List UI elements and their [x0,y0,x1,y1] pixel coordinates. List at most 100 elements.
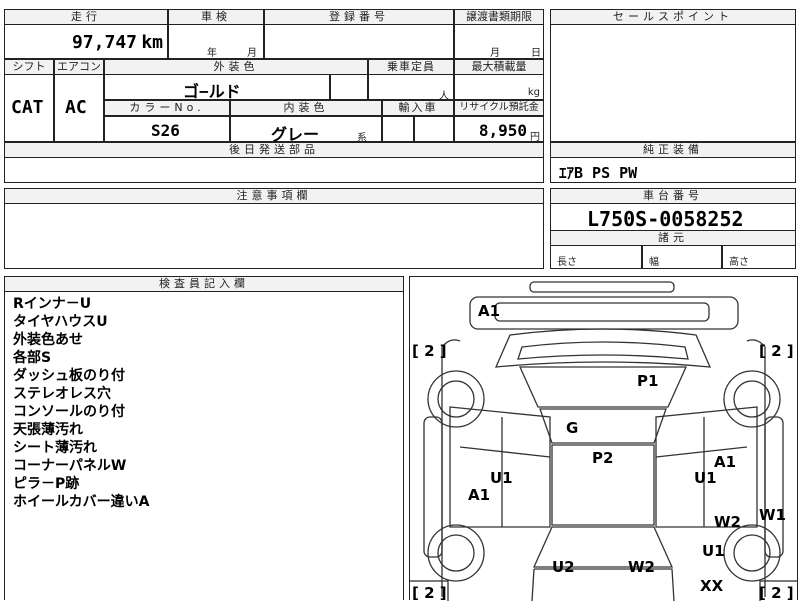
later-parts-header: 後日発送部品 [4,142,544,158]
import-cell-a [382,116,414,142]
inspector-note: Rインナ－U [13,296,92,312]
mileage-header: 走行 [4,9,168,25]
later-parts-cell [4,157,544,183]
windshield [539,408,667,444]
mileage-header-text: 走行 [71,10,101,23]
inspector-note: 各部S [13,350,52,366]
mileage-unit: km [141,32,163,53]
color-no-header: カラーNo. [104,100,230,116]
caution-header: 注意事項欄 [4,188,544,204]
sales-point-header: セールスポイント [550,9,796,25]
max-load-cell: kg [454,74,544,100]
mark-p1: P1 [637,372,658,390]
inspector-note: タイヤハウスU [13,314,108,330]
capacity-header: 乗車定員 [368,59,454,75]
roof-front [518,366,688,408]
caution-header-text: 注意事項欄 [236,189,312,202]
inspector-note: 天張薄汚れ [13,422,83,438]
chassis-value: L750S-0058252 [587,207,744,231]
tire-mark-rear-right: [ 2 ] [759,584,794,601]
mark-w1: W1 [759,506,786,524]
capacity-header-text: 乗車定員 [387,60,435,73]
mileage-value: 97,747 [71,32,137,53]
hood [494,328,712,368]
color-no-header-text: カラーNo. [129,101,205,114]
mark-u1-rear: U1 [702,542,725,560]
transfer-doc-header: 譲渡書類期限 [454,9,544,25]
inspection-header-text: 車検 [201,10,231,23]
import-header: 輸入車 [382,100,454,116]
recycle-cell: 8,950 円 [454,116,544,143]
import-cell-b [414,116,454,142]
mark-a1-right: A1 [714,453,736,471]
genuine-equipment-cell: ｴｱB PS PW [550,157,796,183]
capacity-cell: 人 [368,74,454,102]
rear-hatch-left [531,568,535,602]
inspector-panel: 検査員記入欄 Rインナ－U タイヤハウスU 外装色あせ各部S ダッシュ板のり付 ステレオ… [4,276,404,600]
chassis-cell: L750S-0058252 [550,203,796,231]
mark-w2-right: W2 [714,513,741,531]
body-right-line [746,339,766,597]
color-no-value: S26 [151,121,180,140]
specs-header-text: 諸元 [658,231,688,244]
genuine-equipment-header-text: 純正装備 [643,143,703,156]
inspector-note: ダッシュ板のり付 [13,368,125,384]
transfer-month-unit: 月 [490,48,500,59]
aircon-cell: AC [54,74,104,142]
tire-mark-front-right: [ 2 ] [759,342,794,360]
exterior-color-value: ゴ−ルド [183,82,241,101]
inspector-note: シート薄汚れ [13,440,97,456]
front-bumper [469,296,739,330]
inspector-note: コンソールのり付 [13,404,125,420]
front-left-wheel-inner [437,380,475,418]
mark-xx: XX [700,577,724,595]
import-header-text: 輸入車 [398,101,438,114]
inspector-note: コーナーパネルW [13,458,127,474]
shift-header: シフト [4,59,54,75]
recycle-unit: 円 [530,132,540,143]
color-no-cell: S26 [104,116,230,142]
inspector-header-text: 検査員記入欄 [159,277,249,290]
inspector-note: 外装色あせ [13,332,83,348]
specs-header: 諸元 [550,230,796,246]
body-left-line [441,339,461,597]
specs-length-cell: 長さ [550,245,642,269]
rear-left-wheel-inner [437,534,475,572]
exterior-color-header-text: 外装色 [213,60,259,73]
car-diagram: [ 2 ] [ 2 ] [ 2 ] [ 2 ] A1 P1 G P2 U1 A1… [407,281,800,604]
inspection-cell: 年 月 [168,24,264,59]
roof-bar [529,281,675,293]
exterior-color-cell: ゴ−ルド [104,74,330,101]
recycle-header-text: リサイクル預託金 [459,102,539,113]
inspection-header: 車検 [168,9,264,25]
front-right-wheel [723,370,781,428]
car-diagram-panel: [ 2 ] [ 2 ] [ 2 ] [ 2 ] A1 P1 G P2 U1 A1… [407,276,800,604]
interior-color-header-text: 内装色 [283,101,329,114]
inspector-note: ホイールカバー違いA [13,494,150,510]
inspector-note: ピラ－P跡 [13,476,80,492]
mark-g: G [566,419,578,437]
exterior-color-sub-cell [330,74,368,100]
mark-u2: U2 [552,558,575,576]
front-grille [494,302,710,322]
registration-header-text: 登録番号 [329,10,389,23]
chassis-header: 車台番号 [550,188,796,204]
aircon-header: エアコン [54,59,104,75]
transfer-day-unit: 日 [531,48,541,59]
specs-height-cell: 高さ [722,245,796,269]
specs-height-label: 高さ [729,257,749,268]
sales-point-header-text: セールスポイント [613,10,733,23]
windshield-top [517,341,689,360]
rear-right-wheel [723,524,781,582]
tire-mark-front-left: [ 2 ] [412,342,447,360]
recycle-header: リサイクル預託金 [454,100,544,116]
inspector-header: 検査員記入欄 [4,276,404,292]
max-load-unit: kg [527,87,540,98]
interior-color-header: 内装色 [230,100,382,116]
registration-cell [264,24,454,59]
inspector-note: ステレオレス穴 [13,386,111,402]
mark-u1-right: U1 [694,469,717,487]
mark-a1-front: A1 [478,302,500,320]
mark-w2-rear: W2 [628,558,655,576]
aircon-header-text: エアコン [57,60,101,73]
